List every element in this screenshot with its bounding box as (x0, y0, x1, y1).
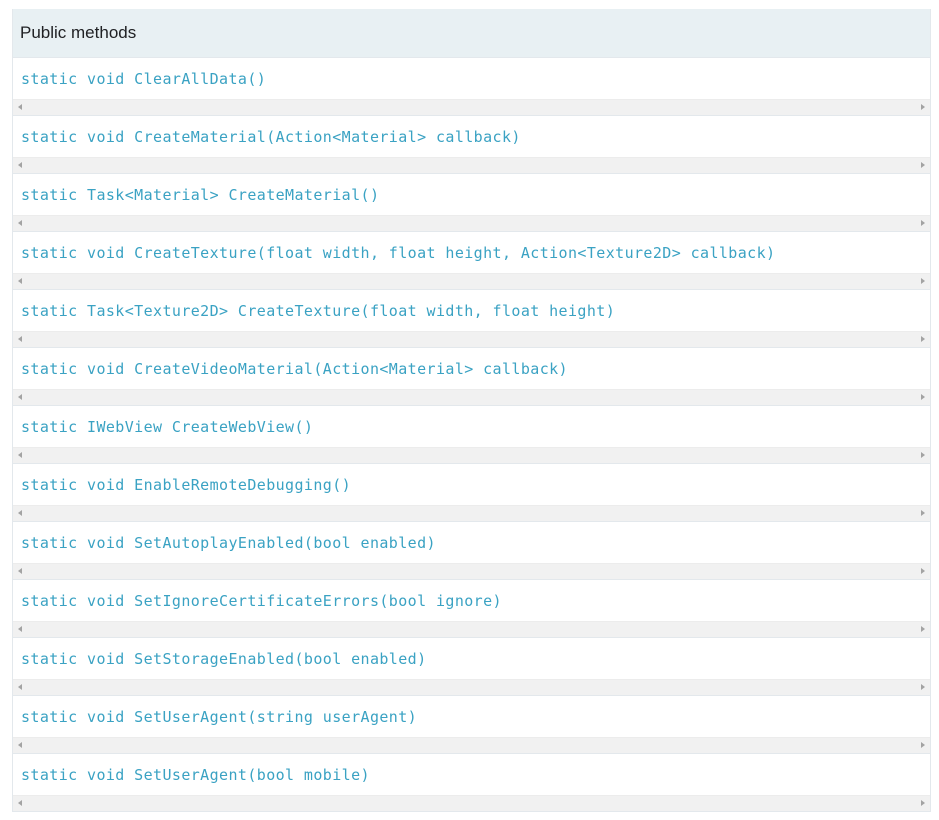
triangle-left-icon[interactable] (18, 568, 22, 574)
triangle-left-icon[interactable] (18, 452, 22, 458)
triangle-left-icon[interactable] (18, 510, 22, 516)
triangle-right-icon[interactable] (921, 684, 925, 690)
horizontal-scrollbar[interactable] (13, 273, 930, 289)
method-row: static void SetStorageEnabled(bool enabl… (13, 638, 930, 696)
triangle-right-icon[interactable] (921, 800, 925, 806)
method-row: static void SetAutoplayEnabled(bool enab… (13, 522, 930, 580)
method-signature[interactable]: static Task<Texture2D> CreateTexture(flo… (13, 290, 930, 331)
triangle-right-icon[interactable] (921, 510, 925, 516)
method-signature[interactable]: static void SetUserAgent(bool mobile) (13, 754, 930, 795)
triangle-left-icon[interactable] (18, 684, 22, 690)
method-signature[interactable]: static void SetUserAgent(string userAgen… (13, 696, 930, 737)
horizontal-scrollbar[interactable] (13, 679, 930, 695)
method-signature[interactable]: static void SetAutoplayEnabled(bool enab… (13, 522, 930, 563)
triangle-left-icon[interactable] (18, 394, 22, 400)
horizontal-scrollbar[interactable] (13, 331, 930, 347)
triangle-right-icon[interactable] (921, 104, 925, 110)
method-signature[interactable]: static void CreateMaterial(Action<Materi… (13, 116, 930, 157)
triangle-right-icon[interactable] (921, 278, 925, 284)
horizontal-scrollbar[interactable] (13, 447, 930, 463)
triangle-right-icon[interactable] (921, 394, 925, 400)
public-methods-table: Public methods static void ClearAllData(… (12, 9, 931, 812)
horizontal-scrollbar[interactable] (13, 99, 930, 115)
method-row: static Task<Texture2D> CreateTexture(flo… (13, 290, 930, 348)
method-row: static void SetIgnoreCertificateErrors(b… (13, 580, 930, 638)
method-signature[interactable]: static void CreateTexture(float width, f… (13, 232, 930, 273)
triangle-left-icon[interactable] (18, 742, 22, 748)
method-row: static void SetUserAgent(string userAgen… (13, 696, 930, 754)
method-row: static void CreateVideoMaterial(Action<M… (13, 348, 930, 406)
method-signature[interactable]: static void SetStorageEnabled(bool enabl… (13, 638, 930, 679)
triangle-right-icon[interactable] (921, 336, 925, 342)
method-row: static void CreateMaterial(Action<Materi… (13, 116, 930, 174)
method-signature[interactable]: static void CreateVideoMaterial(Action<M… (13, 348, 930, 389)
triangle-right-icon[interactable] (921, 626, 925, 632)
horizontal-scrollbar[interactable] (13, 795, 930, 811)
horizontal-scrollbar[interactable] (13, 157, 930, 173)
method-signature[interactable]: static void ClearAllData() (13, 58, 930, 99)
method-row: static IWebView CreateWebView() (13, 406, 930, 464)
triangle-right-icon[interactable] (921, 220, 925, 226)
method-row: static Task<Material> CreateMaterial() (13, 174, 930, 232)
horizontal-scrollbar[interactable] (13, 621, 930, 637)
method-row: static void EnableRemoteDebugging() (13, 464, 930, 522)
triangle-right-icon[interactable] (921, 568, 925, 574)
triangle-right-icon[interactable] (921, 162, 925, 168)
triangle-left-icon[interactable] (18, 220, 22, 226)
method-row: static void ClearAllData() (13, 58, 930, 116)
triangle-left-icon[interactable] (18, 162, 22, 168)
triangle-left-icon[interactable] (18, 336, 22, 342)
method-signature[interactable]: static void EnableRemoteDebugging() (13, 464, 930, 505)
method-signature[interactable]: static void SetIgnoreCertificateErrors(b… (13, 580, 930, 621)
horizontal-scrollbar[interactable] (13, 215, 930, 231)
triangle-left-icon[interactable] (18, 626, 22, 632)
table-header-title: Public methods (20, 23, 137, 42)
horizontal-scrollbar[interactable] (13, 389, 930, 405)
method-row: static void CreateTexture(float width, f… (13, 232, 930, 290)
triangle-right-icon[interactable] (921, 742, 925, 748)
triangle-right-icon[interactable] (921, 452, 925, 458)
horizontal-scrollbar[interactable] (13, 563, 930, 579)
horizontal-scrollbar[interactable] (13, 737, 930, 753)
horizontal-scrollbar[interactable] (13, 505, 930, 521)
method-signature[interactable]: static Task<Material> CreateMaterial() (13, 174, 930, 215)
triangle-left-icon[interactable] (18, 800, 22, 806)
triangle-left-icon[interactable] (18, 104, 22, 110)
method-signature[interactable]: static IWebView CreateWebView() (13, 406, 930, 447)
triangle-left-icon[interactable] (18, 278, 22, 284)
method-row: static void SetUserAgent(bool mobile) (13, 754, 930, 812)
table-header: Public methods (13, 9, 930, 58)
